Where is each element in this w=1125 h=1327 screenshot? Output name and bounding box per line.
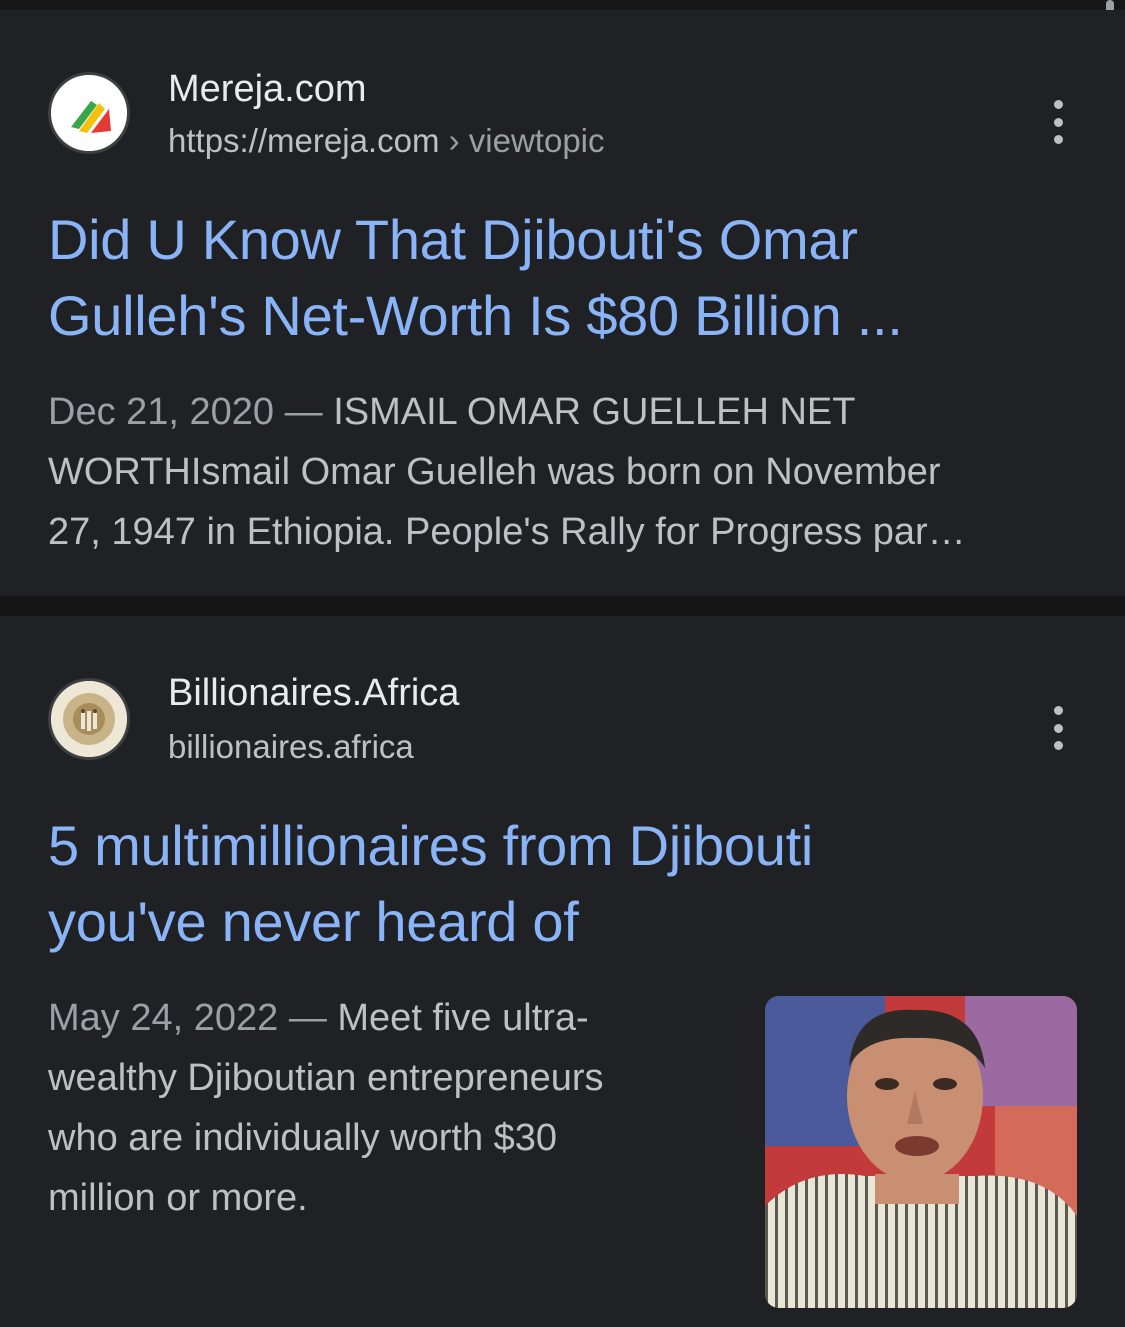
url-domain: billionaires.africa bbox=[168, 728, 414, 765]
snippet-line: million or more. bbox=[48, 1177, 308, 1219]
result-date: Dec 21, 2020 bbox=[48, 391, 275, 433]
snippet-line: May 24, 2022 — Meet five ultra- bbox=[48, 988, 748, 1048]
result-divider bbox=[0, 596, 1125, 616]
snippet-line: wealthy Djiboutian entrepreneurs bbox=[48, 1057, 604, 1099]
snippet-dash: — bbox=[288, 997, 327, 1039]
search-result-card-mereja: Mereja.com https://mereja.com › viewtopi… bbox=[0, 10, 1125, 596]
menu-dot bbox=[1053, 100, 1063, 109]
menu-dot bbox=[1053, 741, 1063, 750]
top-edge bbox=[0, 0, 1125, 10]
result-title-link[interactable]: Did U Know That Djibouti's Omar Gulleh's… bbox=[48, 202, 1058, 354]
site-url[interactable]: billionaires.africa bbox=[168, 728, 414, 766]
site-name: Billionaires.Africa bbox=[168, 672, 460, 714]
snippet-line: 27, 1947 in Ethiopia. People's Rally for… bbox=[48, 511, 966, 553]
menu-dot bbox=[1053, 723, 1063, 733]
snippet-dash: — bbox=[284, 391, 323, 433]
snippet-line: Dec 21, 2020 — ISMAIL OMAR GUELLEH NET bbox=[48, 382, 966, 442]
search-result-card-billionaires-africa: Billionaires.Africa billionaires.africa … bbox=[0, 616, 1125, 1327]
snippet-text: Meet five ultra- bbox=[337, 997, 589, 1039]
snippet-line: WORTHIsmail Omar Guelleh was born on Nov… bbox=[48, 451, 941, 493]
menu-dot bbox=[1053, 706, 1063, 715]
more-vert-icon[interactable] bbox=[1038, 98, 1078, 146]
title-line: 5 multimillionaires from Djibouti bbox=[48, 814, 813, 877]
menu-dot bbox=[1053, 135, 1063, 144]
url-separator: › bbox=[448, 122, 460, 159]
title-line: you've never heard of bbox=[48, 890, 579, 953]
result-snippet: Dec 21, 2020 — ISMAIL OMAR GUELLEH NET W… bbox=[48, 382, 966, 562]
result-snippet: May 24, 2022 — Meet five ultra- wealthy … bbox=[48, 988, 748, 1228]
title-line: Gulleh's Net-Worth Is $80 Billion ... bbox=[48, 284, 903, 347]
result-title-link[interactable]: 5 multimillionaires from Djibouti you've… bbox=[48, 808, 1058, 960]
site-url[interactable]: https://mereja.com › viewtopic bbox=[168, 122, 605, 160]
site-name: Mereja.com bbox=[168, 68, 367, 110]
more-vert-icon[interactable] bbox=[1038, 704, 1078, 752]
title-line: Did U Know That Djibouti's Omar bbox=[48, 208, 858, 271]
snippet-line: who are individually worth $30 bbox=[48, 1117, 558, 1159]
url-domain: https://mereja.com bbox=[168, 122, 440, 159]
portrait-photo-thumbnail[interactable] bbox=[765, 996, 1077, 1308]
url-path: viewtopic bbox=[468, 122, 605, 159]
menu-dot bbox=[1053, 117, 1063, 127]
mereja-flag-logo-icon bbox=[48, 72, 130, 154]
snippet-text: ISMAIL OMAR GUELLEH NET bbox=[333, 391, 856, 433]
result-date: May 24, 2022 bbox=[48, 997, 279, 1039]
lion-logo-icon bbox=[48, 678, 130, 760]
